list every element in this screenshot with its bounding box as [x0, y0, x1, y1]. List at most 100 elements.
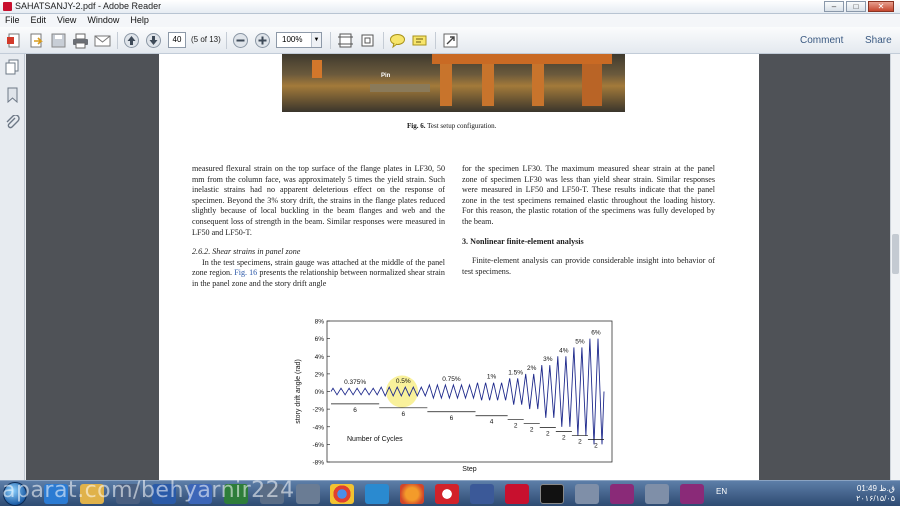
amplitude-label: 0.5% — [396, 378, 411, 385]
language-indicator[interactable]: EN — [716, 487, 727, 496]
y-tick-label: -2% — [312, 407, 324, 414]
cycle-count-label: 6 — [401, 411, 405, 418]
y-tick-label: 4% — [315, 354, 325, 361]
amplitude-label: 4% — [559, 347, 569, 354]
adobe-reader-icon — [3, 2, 12, 11]
menu-edit[interactable]: Edit — [26, 14, 53, 27]
cycle-count-label: 2 — [546, 431, 550, 438]
toolbar: 40 (5 of 13) 100% ▼ Comment Share — [0, 27, 900, 54]
fit-width-icon[interactable] — [359, 32, 376, 49]
menu-window[interactable]: Window — [82, 14, 125, 27]
cycle-count-label: 2 — [594, 443, 598, 450]
zoom-out-icon[interactable] — [232, 32, 249, 49]
bookmarks-icon[interactable] — [5, 87, 20, 104]
page-number-input[interactable]: 40 — [168, 32, 186, 48]
left-paragraph: measured flexural strain on the top surf… — [192, 164, 445, 237]
right-column: for the specimen LF30. The maximum measu… — [462, 164, 715, 277]
menu-help[interactable]: Help — [125, 14, 155, 27]
cycle-count-label: 4 — [490, 419, 494, 426]
opera-icon[interactable] — [435, 484, 459, 504]
window-title: SAHATSANJY-2.pdf - Adobe Reader — [15, 1, 162, 11]
sharing-icon[interactable] — [365, 484, 389, 504]
toolbar-separator — [435, 32, 436, 49]
amplitude-label: 1% — [487, 374, 497, 381]
zoom-value: 100% — [282, 35, 303, 44]
chevron-down-icon[interactable]: ▼ — [311, 33, 321, 47]
clock-date: ۲۰۱۶/۱۵/۰۵ — [856, 494, 895, 503]
section-heading-2-6-2: 2.6.2. Shear strains in panel zone — [192, 247, 301, 257]
zoom-in-icon[interactable] — [254, 32, 271, 49]
close-button[interactable]: ✕ — [868, 1, 894, 12]
app-icon-2[interactable] — [296, 484, 320, 504]
attachments-icon[interactable] — [5, 114, 20, 131]
right-paragraph-2: Finite-element analysis can provide cons… — [462, 256, 715, 276]
figure-16-link[interactable]: Fig. 16 — [234, 268, 257, 277]
cycle-count-label: 6 — [450, 415, 454, 422]
title-bar: SAHATSANJY-2.pdf - Adobe Reader – □ ✕ — [0, 0, 900, 14]
vertical-scrollbar[interactable] — [890, 54, 900, 480]
chrome-icon[interactable] — [330, 484, 354, 504]
left-column: measured flexural strain on the top surf… — [192, 164, 445, 290]
firefox-icon[interactable] — [400, 484, 424, 504]
cycle-count-label: 2 — [530, 427, 534, 434]
minimize-button[interactable]: – — [824, 1, 844, 12]
number-of-cycles-label: Number of Cycles — [347, 436, 403, 443]
cycle-count-label: 2 — [514, 423, 518, 430]
amplitude-label: 0.375% — [344, 379, 366, 386]
amplitude-label: 2% — [527, 365, 537, 372]
menu-view[interactable]: View — [52, 14, 82, 27]
adobe-reader-window: SAHATSANJY-2.pdf - Adobe Reader – □ ✕ Fi… — [0, 0, 900, 506]
export-icon[interactable] — [28, 32, 45, 49]
comment-button[interactable]: Comment — [800, 35, 843, 46]
print-icon[interactable] — [72, 32, 89, 49]
facebook-icon[interactable] — [470, 484, 494, 504]
save-icon[interactable] — [50, 32, 67, 49]
acrobat-icon[interactable] — [505, 484, 529, 504]
next-page-icon[interactable] — [145, 32, 162, 49]
fullscreen-icon[interactable] — [442, 32, 459, 49]
toolbar-separator — [117, 32, 118, 49]
loading-history-chart: 8% 6% 4% 2% 0% -2% -4% -6% -8% story drift angle … — [295, 319, 613, 473]
app-icon-3[interactable] — [575, 484, 599, 504]
navigation-pane — [0, 54, 25, 480]
y-tick-label: -6% — [312, 442, 324, 449]
left-paragraph-2: In the test specimens, strain gauge was … — [192, 258, 445, 290]
toolbar-separator — [226, 32, 227, 49]
video-icon-2[interactable] — [680, 484, 704, 504]
y-tick-label: 6% — [315, 336, 325, 343]
figure-caption: Fig. 6. Test setup configuration. — [407, 122, 496, 130]
zoom-select[interactable]: 100% ▼ — [276, 32, 322, 48]
page-thumbnails-icon[interactable] — [5, 59, 20, 75]
video-icon[interactable] — [610, 484, 634, 504]
figure-number: Fig. 6. — [407, 122, 426, 130]
fit-page-icon[interactable] — [337, 32, 354, 49]
menu-bar: File Edit View Window Help — [0, 14, 900, 27]
system-clock[interactable]: 01:49 ق.ظ ۲۰۱۶/۱۵/۰۵ — [856, 484, 895, 504]
y-tick-label: -4% — [312, 424, 324, 431]
photo-label-pin: Pin — [381, 73, 391, 79]
y-axis-label: story drift angle (rad) — [295, 359, 302, 424]
drift-history-line — [330, 338, 605, 445]
prev-page-icon[interactable] — [123, 32, 140, 49]
share-button[interactable]: Share — [865, 35, 892, 46]
cycle-count-label: 2 — [578, 439, 582, 446]
document-viewport[interactable]: Pin Fig. 6. Test setup configuration. me… — [26, 54, 890, 480]
test-setup-photo: Pin — [282, 54, 625, 112]
email-icon[interactable] — [94, 32, 111, 49]
y-tick-label: 0% — [315, 389, 325, 396]
create-icon[interactable] — [6, 32, 23, 49]
maximize-button[interactable]: □ — [846, 1, 866, 12]
y-tick-label: 8% — [315, 319, 325, 326]
comment-bubble-icon[interactable] — [389, 32, 406, 49]
section-heading-3: 3. Nonlinear finite-element analysis — [462, 236, 584, 246]
page-count: (5 of 13) — [191, 35, 221, 44]
scrollbar-thumb[interactable] — [892, 234, 899, 274]
clock-time: 01:49 ق.ظ — [856, 484, 895, 493]
cmd-icon[interactable] — [540, 484, 564, 504]
watermark-text: aparat.com/behyarnir224 — [2, 478, 295, 503]
menu-file[interactable]: File — [0, 14, 26, 27]
highlight-icon[interactable] — [411, 32, 428, 49]
toolbar-separator — [383, 32, 384, 49]
app-icon-4[interactable] — [645, 484, 669, 504]
amplitude-label: 0.75% — [442, 376, 461, 383]
